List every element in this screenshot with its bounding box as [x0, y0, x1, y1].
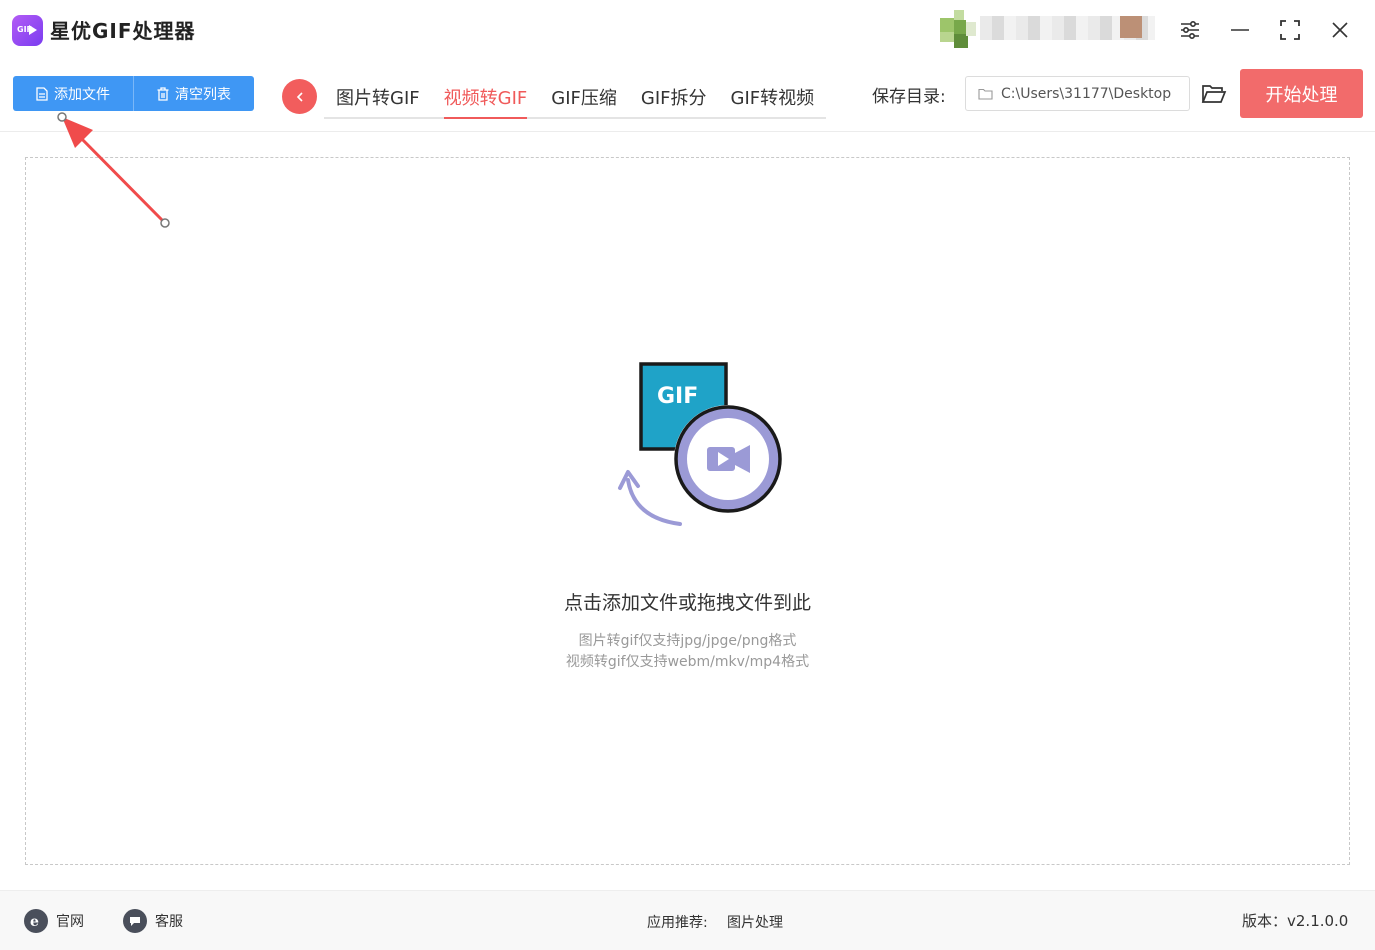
- close-icon: [1332, 22, 1348, 38]
- save-dir-input[interactable]: [1001, 85, 1181, 102]
- tab-video-to-gif[interactable]: 视频转GIF: [432, 76, 540, 119]
- tab-gif-split[interactable]: GIF拆分: [629, 76, 719, 117]
- file-button-group: 添加文件 清空列表: [13, 76, 254, 111]
- website-label: 官网: [56, 914, 84, 930]
- folder-open-icon: [1201, 85, 1227, 103]
- save-dir-label: 保存目录:: [872, 87, 946, 107]
- minimize-button[interactable]: [1226, 16, 1254, 44]
- add-file-label: 添加文件: [54, 86, 110, 103]
- minimize-icon: [1231, 29, 1249, 31]
- tab-gif-compress[interactable]: GIF压缩: [539, 76, 629, 117]
- chat-bubble-icon: [123, 909, 147, 933]
- toolbar: 添加文件 清空列表 图片转GIF 视频转GIF GIF压缩 GIF拆分 GIF转…: [0, 60, 1375, 132]
- username-blurred: [980, 16, 1155, 40]
- version-label: 版本：v2.1.0.0: [1242, 912, 1349, 930]
- image-format-hint: 图片转gif仅支持jpg/jpge/png格式: [578, 633, 797, 649]
- avatar[interactable]: [940, 10, 976, 48]
- chevron-left-icon: [296, 91, 303, 102]
- website-link[interactable]: e 官网: [24, 909, 84, 933]
- drop-instruction: 点击添加文件或拖拽文件到此: [563, 592, 811, 614]
- app-recommend-link[interactable]: 图片处理: [727, 912, 783, 932]
- browse-folder-button[interactable]: [1200, 80, 1228, 108]
- customer-service-link[interactable]: 客服: [123, 909, 183, 933]
- back-button[interactable]: [282, 79, 317, 114]
- trash-icon: [157, 86, 169, 101]
- add-file-button[interactable]: 添加文件: [13, 76, 133, 111]
- document-icon: [36, 86, 48, 101]
- folder-outline-icon: [978, 88, 993, 100]
- svg-text:e: e: [30, 914, 39, 929]
- save-dir-field[interactable]: [965, 76, 1190, 111]
- app-logo-icon: GIF: [12, 15, 43, 46]
- video-format-hint: 视频转gif仅支持webm/mkv/mp4格式: [565, 654, 810, 670]
- service-label: 客服: [155, 914, 183, 930]
- clear-list-button[interactable]: 清空列表: [133, 76, 254, 111]
- mode-tabs: 图片转GIF 视频转GIF GIF压缩 GIF拆分 GIF转视频: [324, 76, 826, 119]
- video-to-gif-illustration-icon: GIF: [618, 362, 782, 526]
- tab-image-to-gif[interactable]: 图片转GIF: [324, 76, 432, 117]
- app-title: 星优GIF处理器: [50, 19, 196, 43]
- maximize-button[interactable]: [1276, 16, 1304, 44]
- footer-bar: e 官网 客服 应用推荐: 图片处理 版本：v2.1.0.0: [0, 890, 1375, 950]
- red-arrow-annotation: [57, 112, 170, 228]
- title-bar: GIF 星优GIF处理器: [0, 0, 1375, 60]
- settings-button[interactable]: [1176, 16, 1204, 44]
- illustration-gif-text: GIF: [657, 384, 698, 409]
- close-button[interactable]: [1326, 16, 1354, 44]
- file-drop-zone[interactable]: GIF 点击添加文件或拖拽文件到此 图片转gif仅支持jpg/jpge/png格…: [25, 157, 1350, 865]
- clear-list-label: 清空列表: [175, 86, 231, 103]
- maximize-icon: [1280, 20, 1300, 40]
- play-icon: [29, 25, 37, 35]
- ie-browser-icon: e: [24, 909, 48, 933]
- tab-gif-to-video[interactable]: GIF转视频: [719, 76, 827, 117]
- start-processing-button[interactable]: 开始处理: [1240, 69, 1363, 118]
- sliders-icon: [1181, 20, 1199, 40]
- app-recommend-label: 应用推荐:: [647, 915, 708, 931]
